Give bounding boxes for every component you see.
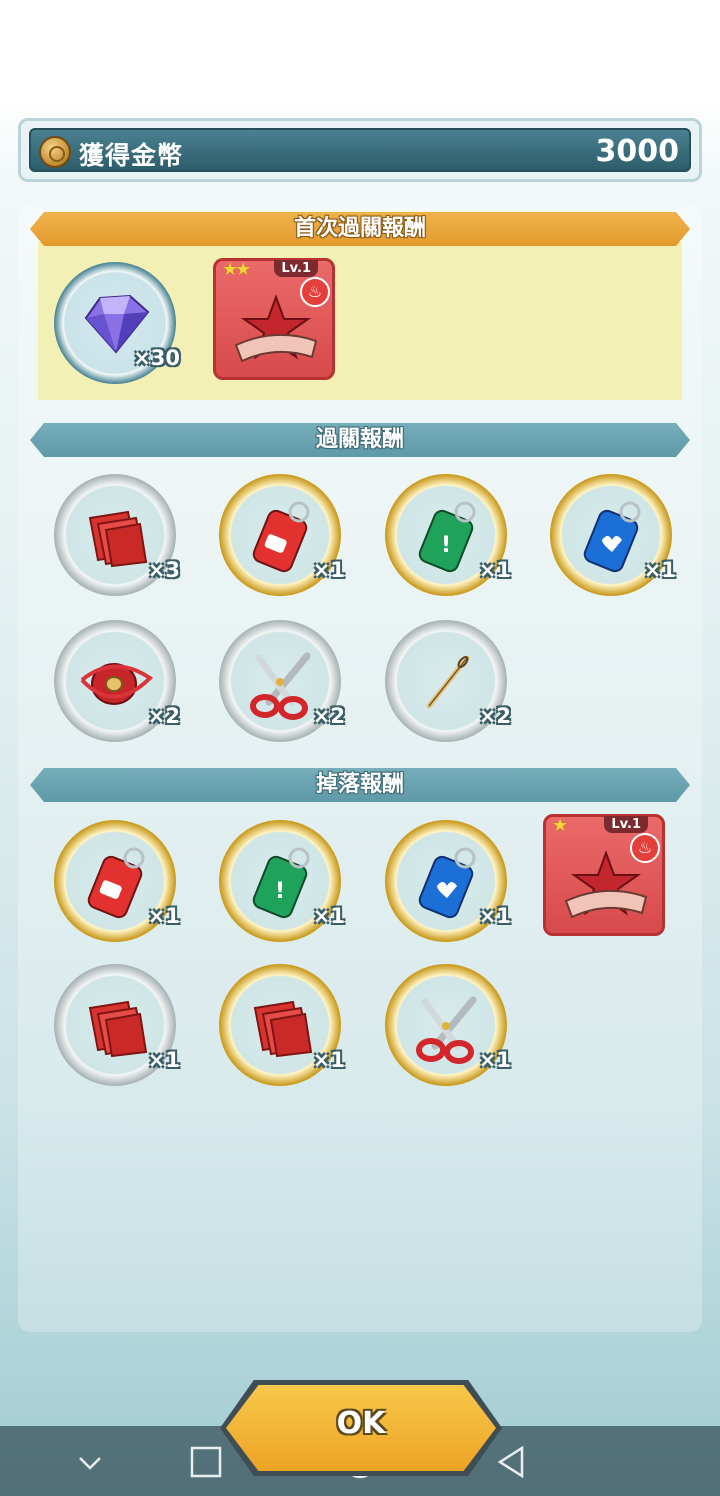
reward-item[interactable]: ×2 [385,620,511,742]
reward-item[interactable]: ×2 [219,620,345,742]
item-quantity: ×30 [133,346,180,370]
reward-item[interactable]: ×1 [54,820,180,942]
svg-text:!: ! [441,533,451,558]
coin-value: 3000 [595,134,680,169]
reward-item[interactable]: ×1 [550,474,676,596]
item-quantity: ×1 [312,558,345,582]
item-quantity: ×1 [312,904,345,928]
coin-bar-inner: 獲得金幣 3000 [29,128,691,172]
item-quantity: ×1 [478,558,511,582]
ok-button-label: OK [336,1406,386,1441]
nav-down-icon[interactable] [72,1444,108,1480]
card-level: Lv.1 [604,816,648,833]
reward-item[interactable]: ×1 [219,964,345,1086]
coin-bar: 獲得金幣 3000 [18,118,702,182]
item-quantity: ×2 [147,704,180,728]
drop-rewards-banner: 掉落報酬 [30,768,690,802]
item-quantity: ×1 [643,558,676,582]
card-stars: ★ [552,815,568,836]
item-quantity: ×2 [478,704,511,728]
red-star-scarf-card-icon [564,850,648,919]
reward-item[interactable]: ×1 [385,820,511,942]
clear-rewards-banner: 過關報酬 [30,423,690,457]
reward-card[interactable]: ★ Lv.1 ♨ [543,814,665,936]
reward-item[interactable]: ! ×1 [385,474,511,596]
item-quantity: ×1 [312,1048,345,1072]
reward-item[interactable]: ×30 [54,262,180,384]
first-clear-banner: 首次過關報酬 [30,212,690,246]
item-quantity: ×1 [147,1048,180,1072]
item-quantity: ×2 [312,704,345,728]
card-level: Lv.1 [274,260,318,277]
item-quantity: ×1 [478,1048,511,1072]
red-star-scarf-card-icon [234,294,318,363]
svg-text:!: ! [275,879,285,904]
item-quantity: ×1 [478,904,511,928]
ok-button[interactable]: OK [220,1380,502,1476]
coin-label: 獲得金幣 [79,141,184,170]
reward-item[interactable]: ×2 [54,620,180,742]
item-quantity: ×1 [147,904,180,928]
recent-apps-icon[interactable] [188,1444,224,1480]
reward-item[interactable]: ×1 [219,474,345,596]
reward-item[interactable]: ! ×1 [219,820,345,942]
back-icon[interactable] [494,1444,530,1480]
reward-card[interactable]: ★★ Lv.1 ♨ [213,258,335,380]
card-stars: ★★ [222,259,251,280]
item-quantity: ×3 [147,558,180,582]
reward-item[interactable]: ×1 [54,964,180,1086]
coin-icon [39,136,71,168]
reward-item[interactable]: ×3 [54,474,180,596]
reward-item[interactable]: ×1 [385,964,511,1086]
